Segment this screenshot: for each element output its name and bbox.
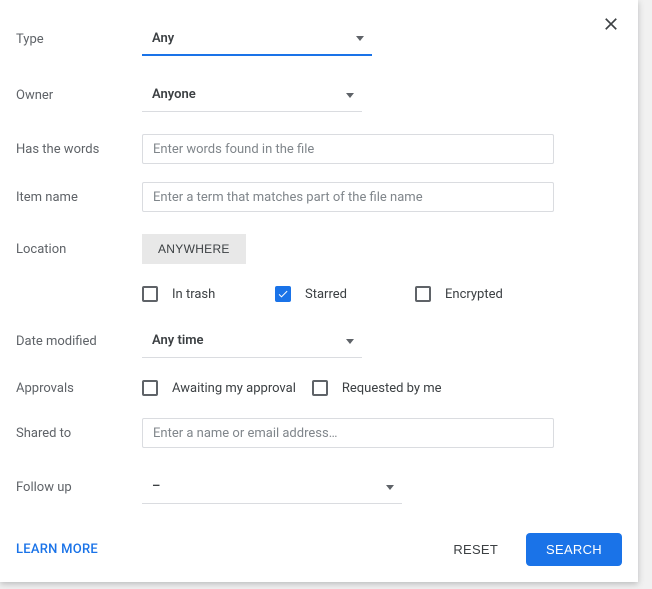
date-modified-value: Any time xyxy=(152,333,204,348)
has-words-input[interactable] xyxy=(142,134,554,164)
date-modified-dropdown[interactable]: Any time xyxy=(142,324,362,358)
label-shared-to: Shared to xyxy=(16,426,142,441)
dialog-footer: LEARN MORE RESET SEARCH xyxy=(16,533,622,566)
type-dropdown[interactable]: Any xyxy=(142,22,372,56)
checkbox-starred[interactable]: Starred xyxy=(275,286,415,302)
search-button[interactable]: SEARCH xyxy=(526,533,622,566)
checkbox-encrypted[interactable]: Encrypted xyxy=(415,286,503,302)
learn-more-link[interactable]: LEARN MORE xyxy=(16,542,98,557)
close-button[interactable] xyxy=(596,10,626,40)
checkbox-in-trash[interactable]: In trash xyxy=(142,286,275,302)
chevron-down-icon xyxy=(346,93,354,98)
label-has-words: Has the words xyxy=(16,142,142,157)
type-value: Any xyxy=(152,31,174,46)
location-chip-anywhere[interactable]: ANYWHERE xyxy=(142,234,246,264)
follow-up-dropdown[interactable]: – xyxy=(142,470,402,504)
label-approvals: Approvals xyxy=(16,381,142,396)
checkbox-label: In trash xyxy=(172,287,215,302)
advanced-search-dialog: Type Any Owner Anyone Has the words xyxy=(0,0,638,582)
shared-to-input[interactable] xyxy=(142,418,554,448)
close-icon xyxy=(601,14,621,37)
owner-dropdown[interactable]: Anyone xyxy=(142,78,362,112)
checkbox-label: Requested by me xyxy=(342,381,442,396)
label-type: Type xyxy=(16,32,142,47)
label-location: Location xyxy=(16,242,142,257)
chevron-down-icon xyxy=(386,485,394,490)
checkbox-label: Awaiting my approval xyxy=(172,381,296,396)
reset-button[interactable]: RESET xyxy=(441,534,510,565)
label-item-name: Item name xyxy=(16,190,142,205)
search-form: Type Any Owner Anyone Has the words xyxy=(16,22,622,533)
label-owner: Owner xyxy=(16,88,142,103)
checkbox-label: Encrypted xyxy=(445,287,503,302)
checkbox-label: Starred xyxy=(305,287,347,302)
owner-value: Anyone xyxy=(152,87,196,102)
chevron-down-icon xyxy=(356,36,364,41)
item-name-input[interactable] xyxy=(142,182,554,212)
checkbox-requested-by-me[interactable]: Requested by me xyxy=(312,380,442,396)
label-follow-up: Follow up xyxy=(16,480,142,495)
follow-up-value: – xyxy=(152,479,160,494)
chevron-down-icon xyxy=(346,339,354,344)
checkbox-awaiting-approval[interactable]: Awaiting my approval xyxy=(142,380,296,396)
label-date-modified: Date modified xyxy=(16,334,142,349)
